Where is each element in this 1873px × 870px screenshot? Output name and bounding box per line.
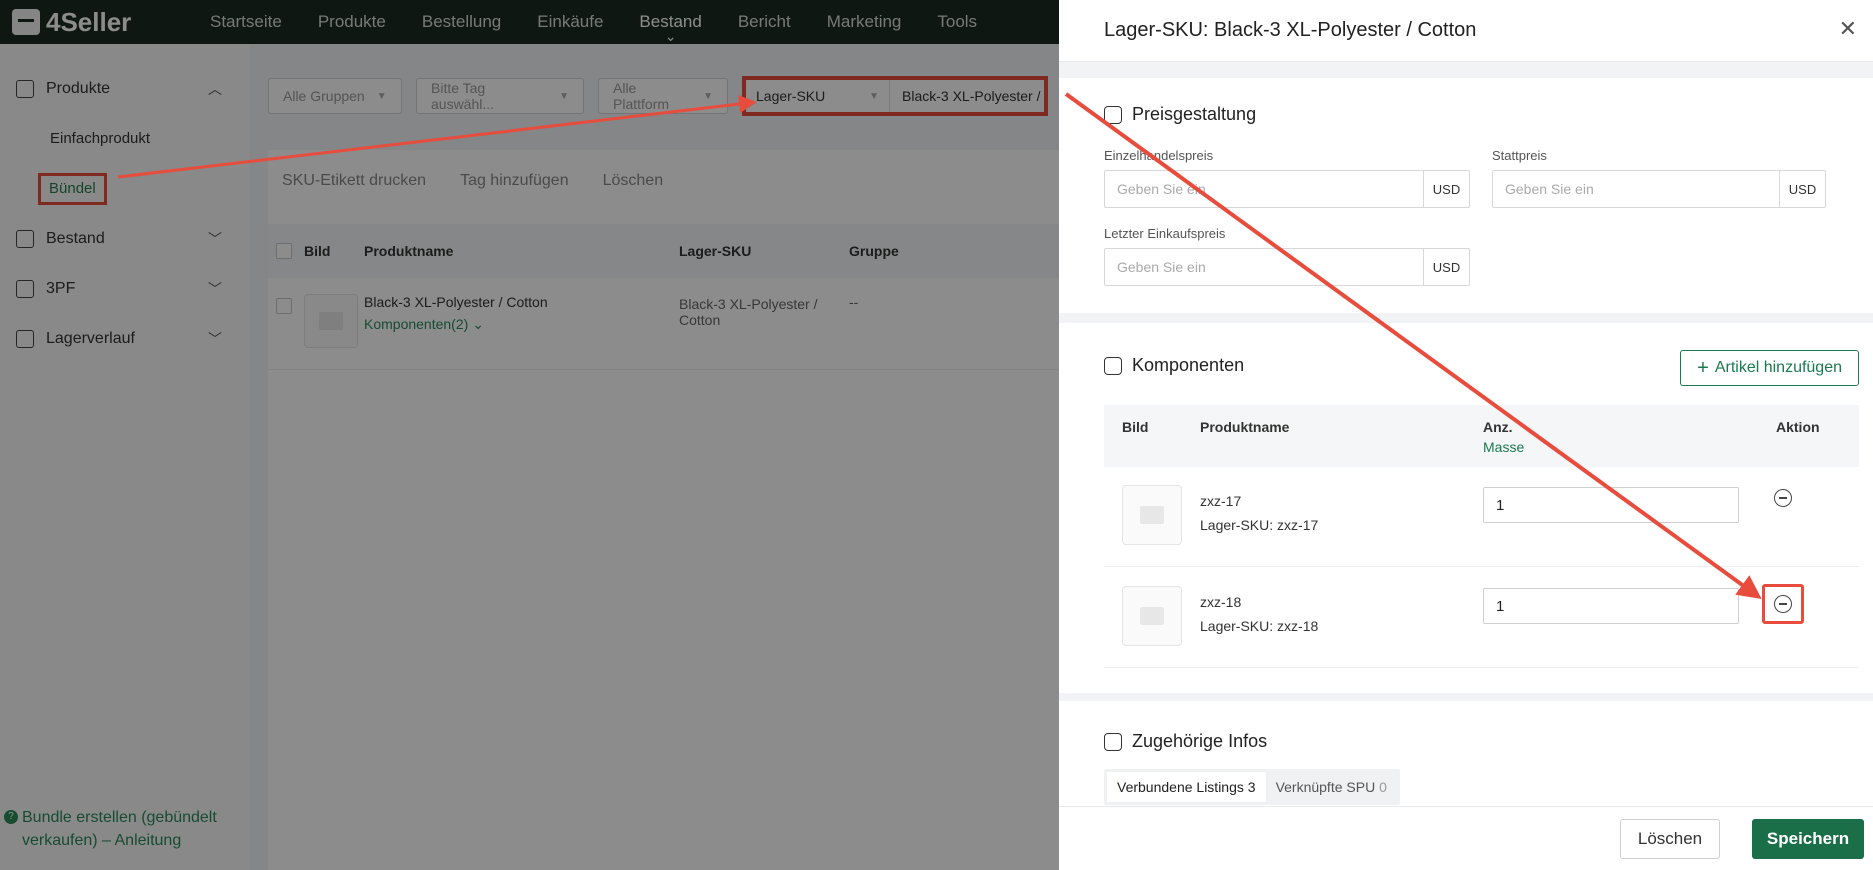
image-placeholder-icon (1140, 607, 1164, 625)
column-image: Bild (1122, 419, 1149, 435)
list-price-field[interactable]: Geben Sie ein USD (1492, 170, 1826, 208)
tab-count: 3 (1247, 779, 1256, 795)
price-tag-icon (1104, 105, 1122, 124)
last-purchase-price-label: Letzter Einkaufspreis (1104, 226, 1226, 241)
component-sku: Lager-SKU: zxz-17 (1200, 517, 1319, 533)
bulk-qty-link[interactable]: Masse (1483, 439, 1524, 455)
close-icon[interactable]: ✕ (1839, 16, 1857, 42)
column-name: Produktname (1200, 419, 1290, 435)
quantity-input[interactable]: 1 (1483, 588, 1739, 624)
plus-icon: + (1697, 356, 1709, 379)
tab-label: Verknüpfte SPU (1275, 779, 1376, 795)
retail-price-placeholder: Geben Sie ein (1117, 181, 1206, 197)
last-purchase-price-placeholder: Geben Sie ein (1117, 259, 1206, 275)
delete-button[interactable]: Löschen (1620, 819, 1720, 859)
related-tabs: Verbundene Listings 3 Verknüpfte SPU 0 (1104, 769, 1400, 805)
drawer-title: Lager-SKU: Black-3 XL-Polyester / Cotton (1104, 19, 1477, 41)
save-button[interactable]: Speichern (1752, 819, 1864, 859)
component-thumbnail (1122, 586, 1182, 646)
info-icon (1104, 732, 1122, 751)
last-purchase-price-field[interactable]: Geben Sie ein USD (1104, 248, 1470, 286)
puzzle-icon (1104, 356, 1122, 375)
currency-label: USD (1423, 171, 1469, 207)
column-qty: Anz. (1483, 419, 1513, 435)
currency-label: USD (1779, 171, 1825, 207)
tab-linked-listings[interactable]: Verbundene Listings 3 (1107, 772, 1266, 802)
component-name: zxz-17 (1200, 493, 1242, 509)
currency-label: USD (1423, 249, 1469, 285)
retail-price-label: Einzelhandelspreis (1104, 148, 1214, 163)
component-row: zxz-18 Lager-SKU: zxz-18 1 (1104, 568, 1859, 668)
related-info-title: Zugehörige Infos (1104, 731, 1828, 752)
pricing-section: Preisgestaltung Einzelhandelspreis Geben… (1059, 78, 1873, 313)
component-thumbnail (1122, 485, 1182, 545)
component-row: zxz-17 Lager-SKU: zxz-17 1 (1104, 467, 1859, 567)
components-title-text: Komponenten (1132, 355, 1245, 375)
edit-drawer: Lager-SKU: Black-3 XL-Polyester / Cotton… (1059, 0, 1873, 870)
column-action: Aktion (1776, 419, 1820, 435)
pricing-title: Preisgestaltung (1104, 104, 1828, 125)
remove-component-icon[interactable] (1774, 489, 1792, 507)
components-section: Komponenten + Artikel hinzufügen Bild Pr… (1059, 323, 1873, 693)
pricing-title-text: Preisgestaltung (1132, 104, 1257, 124)
quantity-value: 1 (1496, 496, 1505, 514)
components-table-header: Bild Produktname Anz. Masse Aktion (1104, 405, 1859, 467)
tab-linked-spu[interactable]: Verknüpfte SPU 0 (1266, 772, 1397, 802)
list-price-placeholder: Geben Sie ein (1505, 181, 1594, 197)
drawer-footer: Löschen Speichern (1059, 806, 1873, 870)
component-sku: Lager-SKU: zxz-18 (1200, 618, 1319, 634)
related-info-title-text: Zugehörige Infos (1132, 731, 1268, 751)
remove-component-icon[interactable] (1774, 595, 1792, 613)
add-item-button[interactable]: + Artikel hinzufügen (1680, 350, 1859, 386)
quantity-value: 1 (1496, 597, 1505, 615)
list-price-label: Stattpreis (1492, 148, 1547, 163)
related-info-section: Zugehörige Infos Verbundene Listings 3 V… (1059, 701, 1873, 806)
tab-label: Verbundene Listings (1117, 779, 1244, 795)
retail-price-field[interactable]: Geben Sie ein USD (1104, 170, 1470, 208)
modal-overlay[interactable] (0, 0, 1059, 870)
tab-count: 0 (1379, 779, 1387, 795)
add-item-label: Artikel hinzufügen (1714, 359, 1842, 376)
component-name: zxz-18 (1200, 594, 1242, 610)
drawer-header: Lager-SKU: Black-3 XL-Polyester / Cotton… (1059, 0, 1873, 62)
quantity-input[interactable]: 1 (1483, 487, 1739, 523)
image-placeholder-icon (1140, 506, 1164, 524)
